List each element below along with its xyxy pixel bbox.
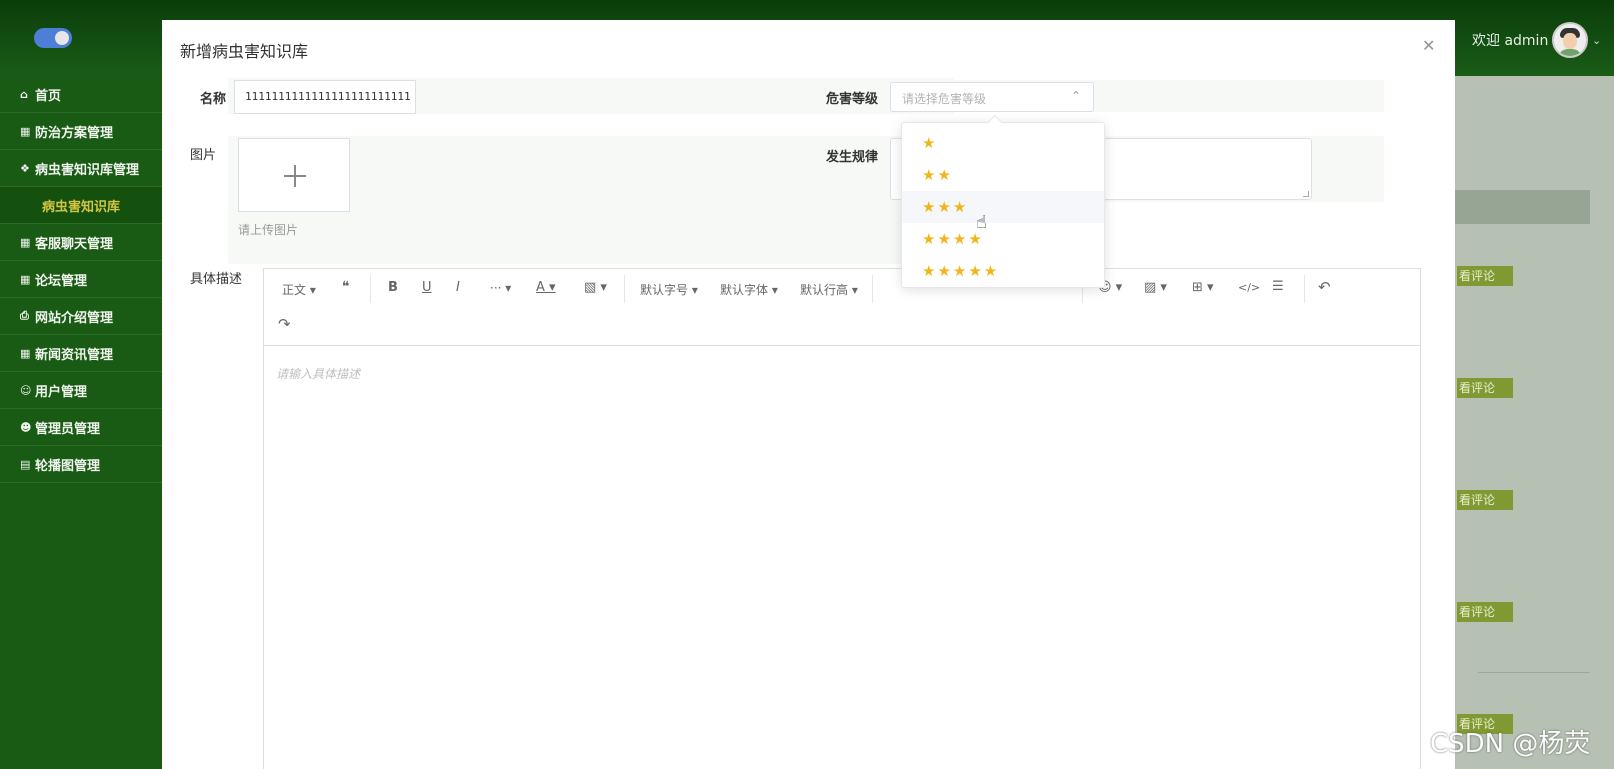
upload-hint: 请上传图片 <box>238 223 299 237</box>
quote-icon[interactable]: ❝ <box>342 279 350 295</box>
sidebar-item-label: 轮播图管理 <box>35 458 101 474</box>
sidebar-item-forum[interactable]: ▦ 论坛管理 <box>0 261 162 298</box>
grid-icon: ❖ <box>20 161 30 175</box>
line-height-dropdown[interactable]: 默认行高 ▾ <box>800 281 858 298</box>
sidebar-item-label: 新闻资讯管理 <box>35 347 114 363</box>
level-option-2[interactable]: ★★ <box>902 159 1104 191</box>
underline-icon[interactable]: U <box>422 280 432 295</box>
user-icon: ☺ <box>20 383 32 397</box>
name-label: 名称 <box>200 92 227 107</box>
level-option-4[interactable]: ★★★★ <box>902 223 1104 255</box>
divider-icon[interactable]: ☰ <box>1272 279 1284 294</box>
dialog-title: 新增病虫害知识库 <box>180 42 309 61</box>
sidebar-item-label: 用户管理 <box>35 384 88 400</box>
rich-text-editor: 正文 ▾ ❝ B U I ··· ▾ A ▾ ▧ ▾ 默认字号 ▾ 默认字体 ▾… <box>263 268 1421 769</box>
view-comments-button[interactable]: 看评论 <box>1457 378 1513 398</box>
table-icon[interactable]: ⊞ ▾ <box>1192 280 1214 295</box>
level-select[interactable]: 请选择危害等级 ⌄ <box>890 82 1094 112</box>
view-comments-button[interactable]: 看评论 <box>1457 266 1513 286</box>
redo-icon[interactable]: ↷ <box>278 315 291 333</box>
name-input[interactable]: 1111111111111111111111111 <box>234 80 416 114</box>
list-icon: ▦ <box>20 272 31 286</box>
plus-icon <box>294 165 296 187</box>
avatar[interactable] <box>1552 22 1588 58</box>
sidebar-item-chat[interactable]: ▦ 客服聊天管理 <box>0 224 162 261</box>
font-family-dropdown[interactable]: 默认字体 ▾ <box>720 281 778 298</box>
level-label: 危害等级 <box>826 92 879 107</box>
sidebar-item-label: 客服聊天管理 <box>35 236 114 252</box>
level-option-1[interactable]: ★ <box>902 127 1104 159</box>
italic-icon[interactable]: I <box>456 280 460 295</box>
toggle-knob <box>55 31 69 45</box>
sidebar-item-users[interactable]: ☺ 用户管理 <box>0 372 162 409</box>
pattern-label: 发生规律 <box>826 150 879 165</box>
code-icon[interactable]: </> <box>1238 281 1260 294</box>
heading-label: 正文 <box>282 283 307 297</box>
toolbar-divider <box>872 275 873 303</box>
sidebar-item-site-intro[interactable]: ⎙ 网站介绍管理 <box>0 298 162 335</box>
printer-icon: ⎙ <box>20 309 29 322</box>
editor-placeholder: 请输入具体描述 <box>276 367 361 381</box>
sidebar-item-label: 论坛管理 <box>35 273 88 289</box>
sidebar-item-home[interactable]: ⌂ 首页 <box>0 76 162 113</box>
sidebar-item-knowledge-mgmt[interactable]: ❖ 病虫害知识库管理 <box>0 150 162 187</box>
avatar-body <box>1558 49 1582 56</box>
image-icon: ▤ <box>20 457 31 471</box>
toolbar-divider <box>624 275 625 303</box>
level-select-placeholder: 请选择危害等级 <box>902 92 987 106</box>
font-color-icon[interactable]: A ▾ <box>536 280 556 295</box>
font-size-label: 默认字号 <box>640 283 689 297</box>
avatar-face <box>1563 33 1577 49</box>
admin-icon: ☻ <box>20 420 32 434</box>
sidebar-item-label: 管理员管理 <box>35 421 101 437</box>
chevron-up-icon: ⌄ <box>1070 88 1081 102</box>
level-option-3[interactable]: ★★★ <box>902 191 1104 223</box>
desc-label: 具体描述 <box>190 272 243 287</box>
sidebar-item-label: 网站介绍管理 <box>35 310 114 326</box>
view-comments-button[interactable]: 看评论 <box>1457 490 1513 510</box>
level-option-5[interactable]: ★★★★★ <box>902 255 1104 287</box>
sidebar-item-label: 病虫害知识库管理 <box>35 162 140 178</box>
line-height-label: 默认行高 <box>800 283 849 297</box>
welcome-text: 欢迎 admin <box>1472 33 1549 49</box>
sidebar-item-label: 防治方案管理 <box>35 125 114 141</box>
watermark: CSDN @杨荧 <box>1430 729 1591 759</box>
list-icon: ▦ <box>20 235 31 249</box>
editor-toolbar: 正文 ▾ ❝ B U I ··· ▾ A ▾ ▧ ▾ 默认字号 ▾ 默认字体 ▾… <box>264 269 1420 346</box>
background-color-icon[interactable]: ▧ ▾ <box>584 280 607 295</box>
toolbar-divider <box>1304 275 1305 303</box>
list-icon: ▦ <box>20 124 31 138</box>
background-content <box>1455 76 1614 769</box>
bold-icon[interactable]: B <box>388 280 398 295</box>
sidebar: ⌂ 首页 ▦ 防治方案管理 ❖ 病虫害知识库管理 病虫害知识库 ▦ 客服聊天管理 ▦ 论坛… <box>0 76 162 769</box>
sidebar-item-label: 首页 <box>35 88 62 104</box>
heading-dropdown[interactable]: 正文 ▾ <box>282 281 316 298</box>
background-table-header <box>1455 190 1590 224</box>
list-icon: ▦ <box>20 346 31 360</box>
sidebar-subitem-knowledge[interactable]: 病虫害知识库 <box>0 187 162 224</box>
image-uploader[interactable] <box>238 138 350 212</box>
resize-handle[interactable] <box>1303 191 1309 197</box>
sidebar-item-label: 病虫害知识库 <box>41 199 120 215</box>
chevron-down-icon[interactable]: ⌄ <box>1592 34 1601 47</box>
view-comments-button[interactable]: 看评论 <box>1457 602 1513 622</box>
sidebar-item-prevention[interactable]: ▦ 防治方案管理 <box>0 113 162 150</box>
sidebar-item-admins[interactable]: ☻ 管理员管理 <box>0 409 162 446</box>
add-knowledge-dialog: 新增病虫害知识库 ✕ 名称 1111111111111111111111111 … <box>162 20 1455 769</box>
sidebar-item-carousel[interactable]: ▤ 轮播图管理 <box>0 446 162 483</box>
divider <box>1478 672 1590 673</box>
level-dropdown-menu: ★ ★★ ★★★ ★★★★ ★★★★★ <box>901 114 1105 288</box>
undo-icon[interactable]: ↶ <box>1318 278 1331 296</box>
close-icon[interactable]: ✕ <box>1422 36 1435 55</box>
font-size-dropdown[interactable]: 默认字号 ▾ <box>640 281 698 298</box>
pointer-cursor-icon: ☝ <box>976 212 987 233</box>
sidebar-toggle-switch[interactable] <box>34 28 72 48</box>
image-label: 图片 <box>190 148 217 163</box>
image-icon[interactable]: ▨ ▾ <box>1144 280 1167 295</box>
home-icon: ⌂ <box>20 87 28 101</box>
toolbar-divider <box>370 275 371 303</box>
font-family-label: 默认字体 <box>720 283 769 297</box>
more-icon[interactable]: ··· ▾ <box>490 281 511 295</box>
sidebar-item-news[interactable]: ▦ 新闻资讯管理 <box>0 335 162 372</box>
